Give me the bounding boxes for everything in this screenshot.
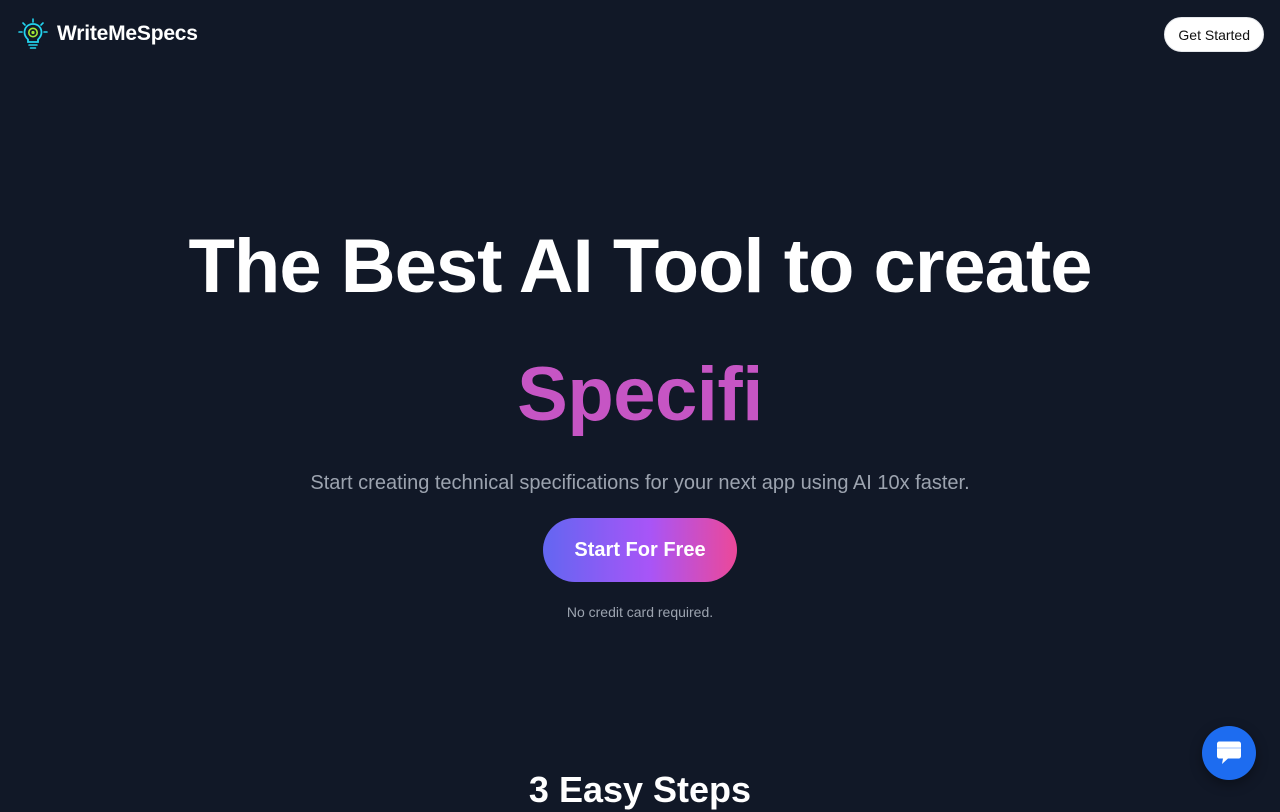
brand-name: WriteMeSpecs	[57, 22, 198, 45]
hero-typed-text: Specifi	[517, 352, 763, 437]
steps-section-title: 3 Easy Steps	[528, 769, 752, 810]
site-header: WriteMeSpecs Get Started	[0, 0, 1280, 68]
hero-subtitle: Start creating technical specifications …	[310, 472, 970, 494]
lightbulb-gear-icon	[18, 18, 48, 50]
chat-bubble-icon	[1214, 739, 1244, 767]
get-started-button[interactable]: Get Started	[1164, 17, 1264, 52]
hero-title: The Best AI Tool to create	[188, 224, 1092, 309]
chat-widget-button[interactable]	[1202, 726, 1256, 780]
brand-logo-link[interactable]: WriteMeSpecs	[18, 18, 198, 50]
start-for-free-button[interactable]: Start For Free	[543, 518, 737, 582]
no-credit-card-note: No credit card required.	[566, 604, 714, 620]
